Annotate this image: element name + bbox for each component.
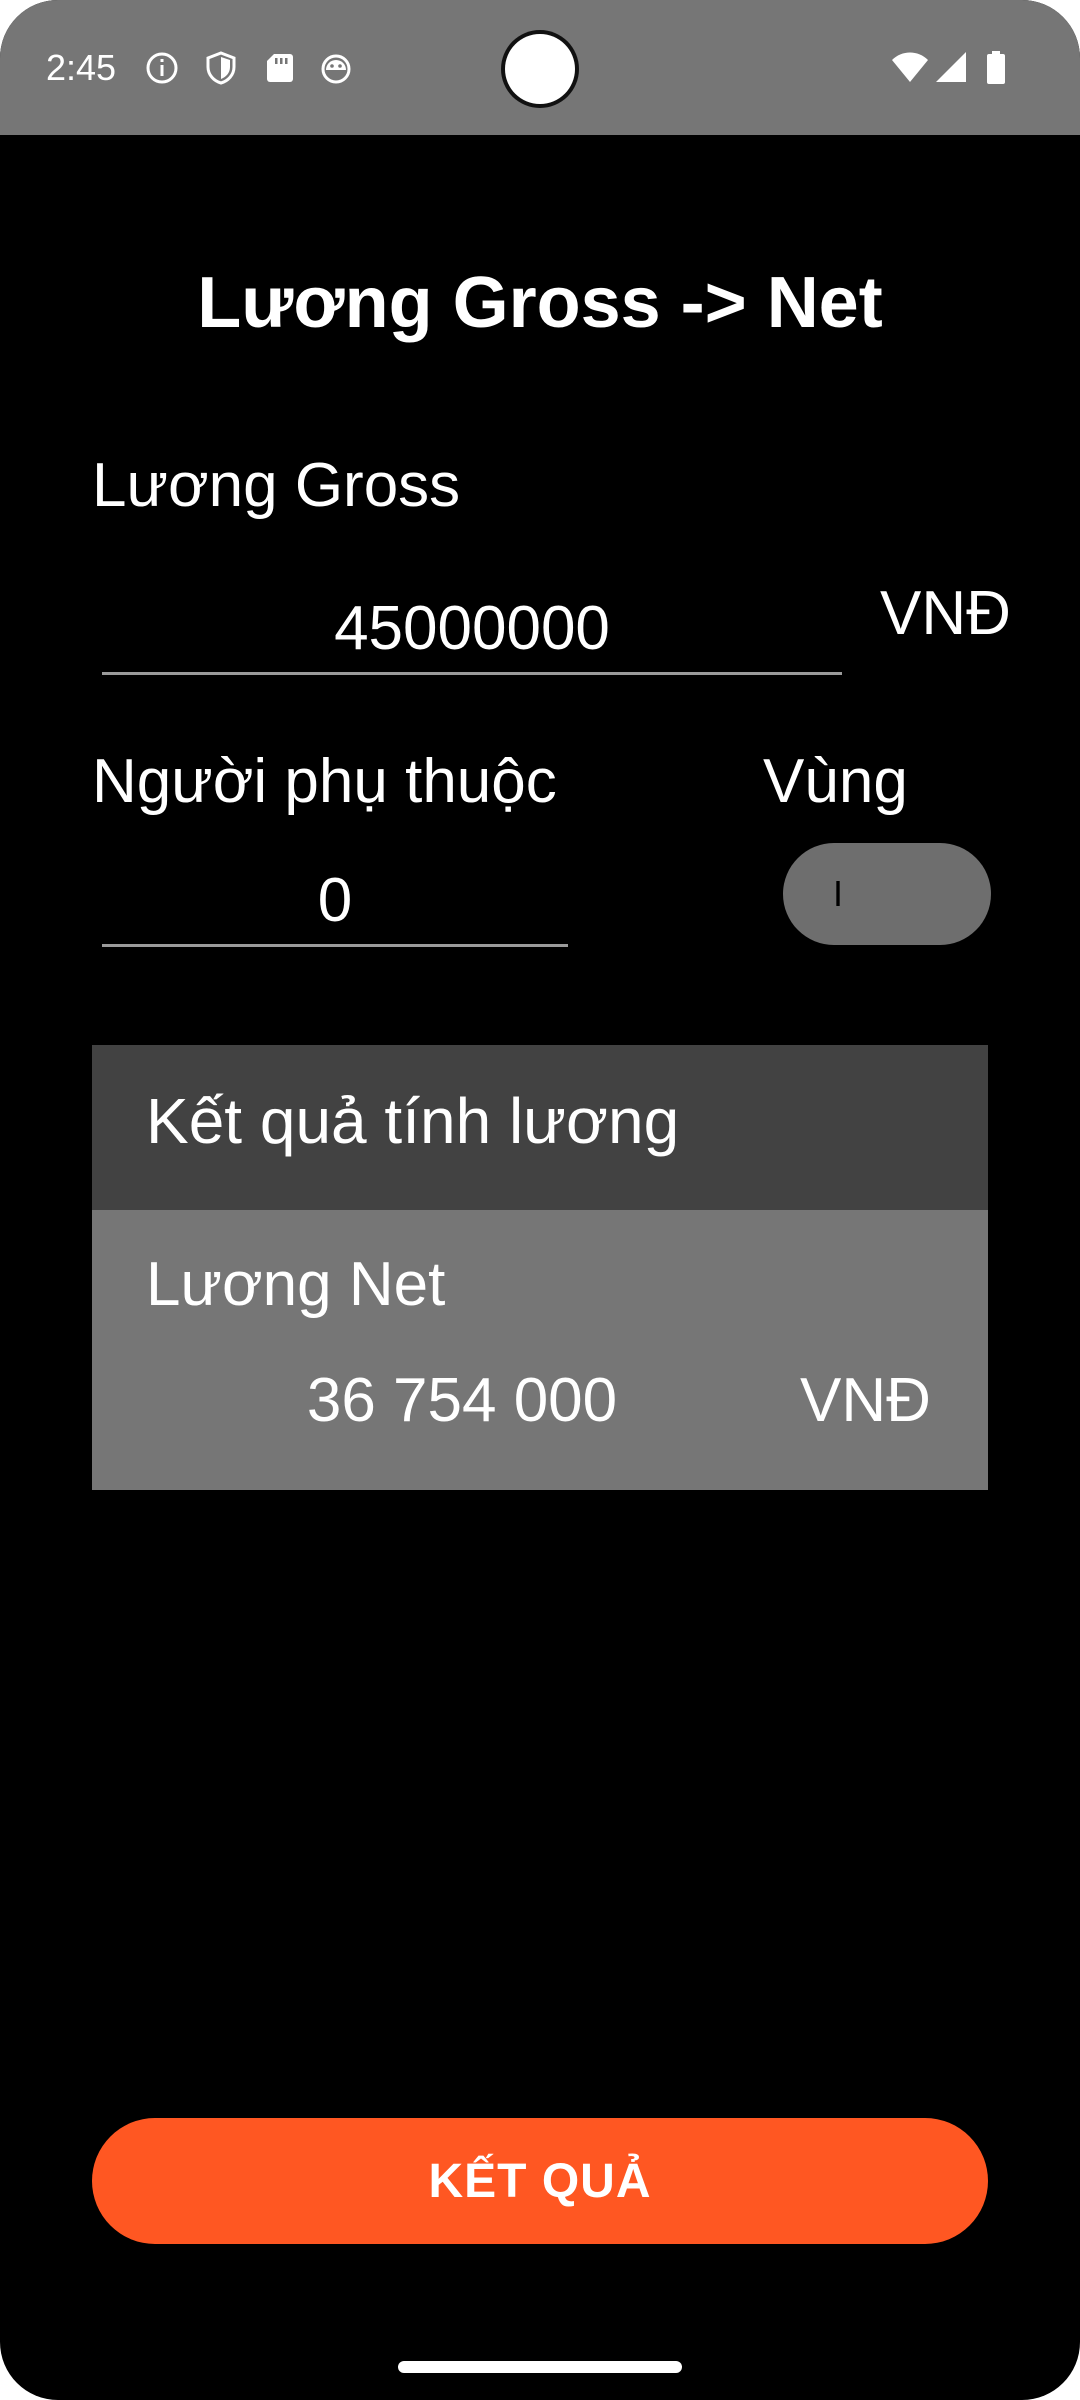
shield-icon (206, 51, 236, 85)
page-title: Lương Gross -> Net (197, 263, 883, 343)
calculate-result-button[interactable]: KẾT QUẢ (92, 2118, 988, 2244)
home-indicator[interactable] (398, 2361, 682, 2373)
android-debug-icon (321, 54, 351, 84)
result-card: Kết quả tính lương Lương Net 36 754 000 … (92, 1045, 988, 1490)
battery-icon (987, 51, 1005, 84)
region-label: Vùng (763, 747, 908, 816)
info-icon (146, 52, 178, 84)
gross-salary-label: Lương Gross (92, 451, 461, 520)
gross-salary-unit: VNĐ (880, 579, 1011, 648)
sd-card-icon (267, 54, 293, 82)
result-card-header: Kết quả tính lương (92, 1045, 988, 1210)
result-card-title: Kết quả tính lương (146, 1085, 680, 1157)
result-card-body: Lương Net 36 754 000 VNĐ (92, 1210, 988, 1490)
gross-salary-input[interactable] (102, 584, 842, 675)
wifi-icon (892, 52, 928, 82)
status-bar: 2:45 (0, 0, 1080, 135)
dependents-label: Người phụ thuộc (92, 747, 557, 816)
cellular-signal-icon (936, 52, 966, 82)
region-select[interactable]: I (783, 843, 991, 945)
net-salary-value: 36 754 000 (306, 1366, 618, 1435)
dependents-input[interactable] (102, 856, 568, 947)
net-salary-label: Lương Net (146, 1250, 446, 1319)
front-camera (505, 34, 575, 104)
app-screen: 2:45 Lương Gross -> Net Lương Gross 4500… (0, 0, 1080, 2400)
status-time: 2:45 (46, 47, 117, 88)
region-select-value: I (833, 873, 844, 914)
net-salary-unit: VNĐ (800, 1366, 931, 1435)
